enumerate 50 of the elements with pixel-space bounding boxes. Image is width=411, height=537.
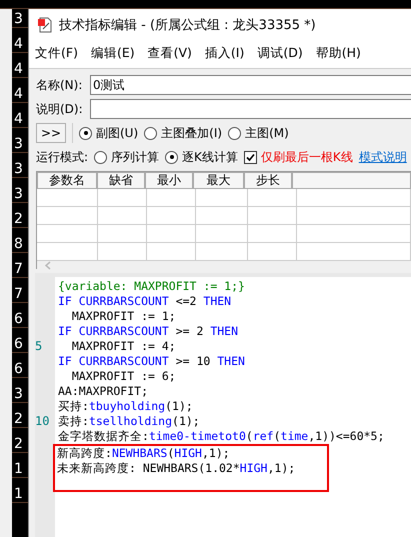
code-line: IF CURRBARSCOUNT <=2 THEN <box>58 294 232 309</box>
code-line: MAXPROFIT := 6; <box>70 369 176 384</box>
line-number: 5 <box>35 339 42 353</box>
code-line: IF CURRBARSCOUNT >= 10 THEN <box>58 354 245 369</box>
description-field[interactable] <box>90 99 411 119</box>
run-mode-label: 运行模式: <box>36 148 88 166</box>
column-header[interactable]: 参数名 <box>37 172 97 189</box>
document-icon <box>37 17 53 33</box>
code-line: 金字塔数据齐全:time0-timetot0(ref(time,1))<=60*5; <box>58 429 384 444</box>
radio-button[interactable] <box>94 150 108 164</box>
name-field[interactable]: 0测试 <box>90 75 411 95</box>
radio-option[interactable]: 主图叠加(I) <box>144 124 222 142</box>
menu-item[interactable]: 文件(F) <box>35 45 78 62</box>
menu-item[interactable]: 插入(I) <box>204 45 244 62</box>
code-line: 新高跨度:NEWHBARS(HIGH,1); <box>57 446 230 461</box>
code-line: MAXPROFIT := 1; <box>70 309 176 324</box>
code-line: 买持:tbuyholding(1); <box>58 399 193 414</box>
radio-button[interactable] <box>79 126 92 140</box>
code-line: {variable: MAXPROFIT := 1;} <box>58 279 245 294</box>
refresh-checkbox-option[interactable]: 仅刷最后一根K线 <box>244 148 353 166</box>
code-line: 未来新高跨度: NEWHBARS(1.02*HIGH,1); <box>57 461 296 476</box>
code-line: 卖持:tsellholding(1); <box>58 414 200 429</box>
menu-item[interactable]: 编辑(E) <box>90 45 135 62</box>
menu-item[interactable]: 查看(V) <box>148 45 192 62</box>
radio-button[interactable] <box>165 150 178 164</box>
expand-button[interactable]: >> <box>36 123 66 143</box>
mode-help-link[interactable]: 模式说明 <box>358 148 407 166</box>
menu-item[interactable]: 调试(D) <box>257 45 303 62</box>
line-number: 10 <box>35 414 50 428</box>
code-line: IF CURRBARSCOUNT >= 2 THEN <box>58 324 238 339</box>
radio-button[interactable] <box>144 126 158 140</box>
radio-option[interactable]: 逐K线计算 <box>165 148 238 166</box>
column-header[interactable]: 缺省 <box>97 172 145 189</box>
radio-button[interactable] <box>228 126 242 140</box>
field-label: 名称(N): <box>36 76 84 94</box>
column-header[interactable]: 步长 <box>244 172 292 189</box>
code-line: MAXPROFIT := 4; <box>70 339 176 354</box>
code-editor[interactable] <box>35 273 411 537</box>
radio-option[interactable]: 主图(M) <box>228 124 289 142</box>
window-title: 技术指标编辑 - (所属公式组 : 龙头33355 *) <box>59 17 316 34</box>
column-header[interactable]: 最小 <box>145 172 193 189</box>
radio-option[interactable]: 副图(U) <box>79 124 138 142</box>
radio-option[interactable]: 序列计算 <box>94 148 160 166</box>
scroll-left-icon[interactable] <box>45 261 51 270</box>
checkbox[interactable] <box>244 150 257 164</box>
field-label: 说明(D): <box>36 100 84 118</box>
code-line: AA:MAXPROFIT; <box>58 384 148 399</box>
horizontal-scrollbar[interactable] <box>37 261 411 270</box>
column-header[interactable]: 最大 <box>193 172 244 189</box>
menu-item[interactable]: 帮助(H) <box>316 45 361 62</box>
